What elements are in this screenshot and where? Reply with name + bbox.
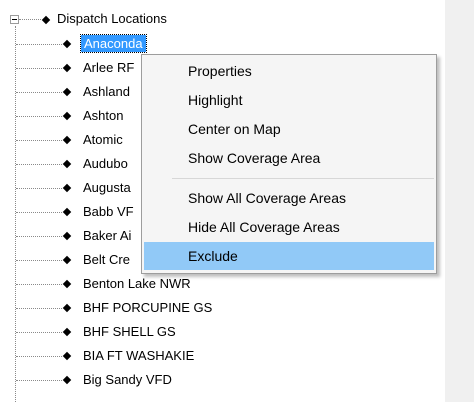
menu-item-label: Hide All Coverage Areas <box>188 219 340 235</box>
tree-connector <box>16 44 62 45</box>
tree-item-label: Belt Cre <box>83 252 130 267</box>
diamond-icon <box>62 303 72 313</box>
diamond-icon <box>62 183 72 193</box>
tree-connector <box>16 332 62 333</box>
diamond-icon <box>62 87 72 97</box>
menu-item-highlight[interactable]: Highlight <box>144 86 434 114</box>
diamond-icon <box>62 63 72 73</box>
menu-item-label: Show Coverage Area <box>188 150 321 166</box>
tree-connector <box>16 116 62 117</box>
tree-item-label: Babb VF <box>83 204 134 219</box>
tree-connector <box>16 356 62 357</box>
menu-item-label: Center on Map <box>188 121 281 137</box>
collapse-toggle-icon[interactable] <box>10 15 19 24</box>
menu-item-show-coverage-area[interactable]: Show Coverage Area <box>144 144 434 172</box>
side-panel-edge <box>445 0 474 402</box>
tree-item-label: Audubo <box>83 156 128 171</box>
tree-item-label: Ashton <box>83 108 124 123</box>
tree-connector <box>16 380 62 381</box>
tree-connector <box>19 19 41 20</box>
menu-item-hide-all-coverage-areas[interactable]: Hide All Coverage Areas <box>144 213 434 241</box>
diamond-icon <box>62 135 72 145</box>
diamond-icon <box>62 375 72 385</box>
tree-item[interactable]: Benton Lake NWR <box>0 274 300 294</box>
tree-item-label: Benton Lake NWR <box>83 276 191 291</box>
tree-root-label: Dispatch Locations <box>57 11 167 26</box>
tree-connector <box>16 308 62 309</box>
diamond-icon <box>62 39 72 49</box>
tree-connector <box>16 140 62 141</box>
diamond-icon <box>41 15 51 25</box>
tree-connector <box>16 260 62 261</box>
menu-item-label: Exclude <box>188 248 238 264</box>
tree-item-label: BHF SHELL GS <box>83 324 176 339</box>
tree-connector <box>16 212 62 213</box>
tree-connector <box>16 188 62 189</box>
tree-item[interactable]: BIA FT WASHAKIE <box>0 346 300 366</box>
tree-item[interactable]: BHF PORCUPINE GS <box>0 298 300 318</box>
diamond-icon <box>62 231 72 241</box>
tree-item-label: Anaconda <box>80 34 147 53</box>
diamond-icon <box>62 111 72 121</box>
menu-item-label: Show All Coverage Areas <box>188 190 346 206</box>
diamond-icon <box>62 159 72 169</box>
tree-item-label: BHF PORCUPINE GS <box>83 300 213 315</box>
diamond-icon <box>62 255 72 265</box>
menu-item-label: Properties <box>188 63 252 79</box>
tree-connector <box>16 164 62 165</box>
tree-item[interactable]: BHF SHELL GS <box>0 322 300 342</box>
diamond-icon <box>62 207 72 217</box>
tree-root-node[interactable]: Dispatch Locations <box>0 10 300 30</box>
tree-item-label: Ashland <box>83 84 130 99</box>
menu-item-label: Highlight <box>188 92 243 108</box>
menu-item-center-on-map[interactable]: Center on Map <box>144 115 434 143</box>
tree-item-label: Atomic <box>83 132 123 147</box>
tree-connector <box>16 284 62 285</box>
page: Dispatch Locations Anaconda Arlee RF Ash… <box>0 0 474 402</box>
tree-item[interactable]: Anaconda <box>0 34 300 54</box>
diamond-icon <box>62 279 72 289</box>
tree-connector <box>16 92 62 93</box>
tree-item-label: BIA FT WASHAKIE <box>83 348 195 363</box>
tree-connector <box>16 68 62 69</box>
tree-connector <box>16 236 62 237</box>
context-menu: Properties Highlight Center on Map Show … <box>141 54 437 274</box>
menu-separator <box>172 178 434 179</box>
menu-item-exclude[interactable]: Exclude <box>144 242 434 270</box>
menu-item-properties[interactable]: Properties <box>144 57 434 85</box>
tree-item-label: Baker Ai <box>83 228 132 243</box>
tree-item[interactable]: Big Sandy VFD <box>0 370 300 390</box>
tree-item-label: Big Sandy VFD <box>83 372 172 387</box>
menu-item-show-all-coverage-areas[interactable]: Show All Coverage Areas <box>144 184 434 212</box>
diamond-icon <box>62 351 72 361</box>
tree-item-label: Arlee RF <box>83 60 135 75</box>
diamond-icon <box>62 327 72 337</box>
tree-item-label: Augusta <box>83 180 131 195</box>
